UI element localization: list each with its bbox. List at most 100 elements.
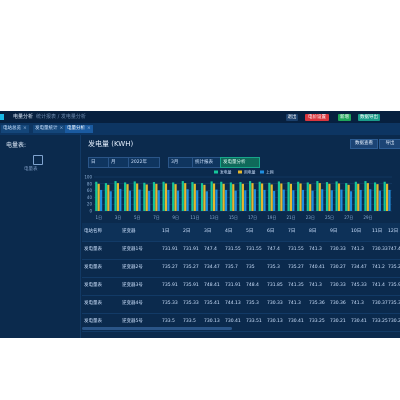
bar-3: [100, 189, 103, 211]
x-tick-label: 5日: [134, 215, 141, 220]
close-icon[interactable]: ×: [23, 126, 27, 131]
bar-2: [155, 183, 158, 211]
table-cell: 730.33: [330, 247, 346, 252]
x-tick-label: 1日: [96, 215, 103, 220]
bar-2: [164, 183, 168, 211]
tab-label: 发电量统计: [35, 126, 58, 131]
table-row: 发电量表 逆变器2号 735.27 735.27 734.47 735.7 735 735.3…: [82, 259, 400, 278]
header-button[interactable]: 新增: [338, 114, 351, 121]
bar-3: [109, 191, 112, 211]
bar-3: [119, 188, 122, 211]
bar-3: [263, 189, 266, 211]
table-cell: 731.55: [246, 247, 262, 252]
table-cell: 733.51: [246, 319, 262, 324]
table-cell: 730.33: [372, 247, 388, 252]
filter-control[interactable]: 2022年: [128, 157, 160, 168]
table-header-cell: 6日: [267, 229, 275, 234]
bar-1: [181, 181, 184, 211]
filter-control[interactable]: 发电量分析: [220, 157, 260, 168]
tab-label: 电量分析: [67, 126, 85, 131]
bar-3: [138, 189, 141, 211]
table-cell: 730.13: [267, 319, 283, 324]
bar-3: [157, 190, 160, 211]
bar-3: [359, 189, 362, 211]
filter-control[interactable]: 月: [108, 157, 130, 168]
panel-action-button[interactable]: 数据查看: [350, 139, 378, 149]
meter-icon-label: 电量表: [24, 167, 38, 172]
filter-control[interactable]: 日: [88, 157, 110, 168]
tab-item[interactable]: 电站总览 ×: [1, 125, 29, 133]
x-tick-label: 21日: [287, 215, 296, 220]
header-button[interactable]: 数据导出: [358, 114, 380, 121]
bar-2: [376, 184, 379, 211]
bar-1: [162, 181, 165, 211]
y-tick-label: 60: [87, 188, 93, 193]
bar-1: [239, 182, 242, 211]
bar-3: [128, 190, 132, 211]
table-cell: 发电量表: [84, 247, 102, 252]
meter-icon[interactable]: [33, 155, 43, 165]
table-header-cell: 2日: [183, 229, 191, 234]
bar-1: [200, 183, 204, 211]
table-cell: 730.33: [267, 301, 283, 306]
bar-2: [366, 183, 369, 211]
bar-1: [229, 182, 232, 211]
bar-1: [383, 181, 386, 211]
table-cell: 730.37: [372, 301, 388, 306]
table-cell: 741.3: [309, 247, 322, 252]
table-cell: 731.55: [225, 247, 241, 252]
tab-label: 电站总览: [3, 126, 21, 131]
filter-control[interactable]: 3月: [168, 157, 194, 168]
bar-1: [297, 181, 300, 211]
table-header-cell: 3日: [204, 229, 212, 234]
bar-3: [330, 190, 333, 211]
panel-action-button[interactable]: 导出: [379, 139, 400, 149]
bar-2: [193, 183, 196, 211]
legend-swatch: [238, 170, 242, 174]
table-cell: 逆变器2号: [122, 265, 143, 270]
x-tick-label: 3日: [115, 215, 122, 220]
bar-2: [174, 184, 177, 211]
bar-3: [167, 189, 170, 211]
table-cell: 735.41: [204, 301, 220, 306]
table-header-cell: 7日: [288, 229, 296, 234]
y-tick-label: 0: [89, 209, 92, 214]
bar-1: [210, 181, 213, 211]
close-icon[interactable]: ×: [60, 126, 64, 131]
bar-2: [289, 183, 293, 211]
table-cell: 735.91: [162, 283, 178, 288]
table-cell: 735.27: [162, 265, 178, 270]
close-icon[interactable]: ×: [87, 126, 91, 131]
table-header-cell: 逆变器: [122, 229, 136, 234]
bar-3: [378, 190, 381, 211]
table-cell: 741.3: [351, 247, 364, 252]
y-tick-label: 40: [87, 195, 93, 200]
table-cell: 741.35: [288, 283, 304, 288]
table-cell: 733.25: [309, 319, 325, 324]
bar-2: [203, 184, 206, 211]
header-button[interactable]: 退出: [286, 114, 298, 121]
table-cell: 730.33: [330, 283, 346, 288]
bar-3: [244, 190, 247, 211]
table-cell: 744.13: [225, 301, 241, 306]
table-horizontal-scrollbar[interactable]: [82, 327, 232, 330]
bar-1: [114, 181, 117, 211]
bar-2: [241, 183, 244, 211]
bar-2: [222, 183, 225, 211]
y-tick-label: 100: [84, 175, 92, 180]
table-cell: 741.2: [372, 265, 385, 270]
table-header-cell: 9日: [330, 229, 338, 234]
bar-3: [311, 190, 314, 211]
tab-item[interactable]: 电量分析 ×: [65, 125, 93, 133]
table-cell: 735.3: [246, 301, 259, 306]
tab-item[interactable]: 发电量统计 ×: [33, 125, 66, 133]
bar-1: [373, 182, 377, 211]
bar-3: [176, 190, 180, 211]
legend-swatch: [214, 170, 218, 174]
header-button[interactable]: 电价设置: [305, 114, 329, 121]
bar-2: [270, 184, 273, 211]
x-tick-label: 13日: [210, 215, 219, 220]
table-cell: 730.21: [388, 319, 400, 324]
bar-3: [369, 189, 372, 211]
filter-control[interactable]: 统计报表: [192, 157, 222, 168]
